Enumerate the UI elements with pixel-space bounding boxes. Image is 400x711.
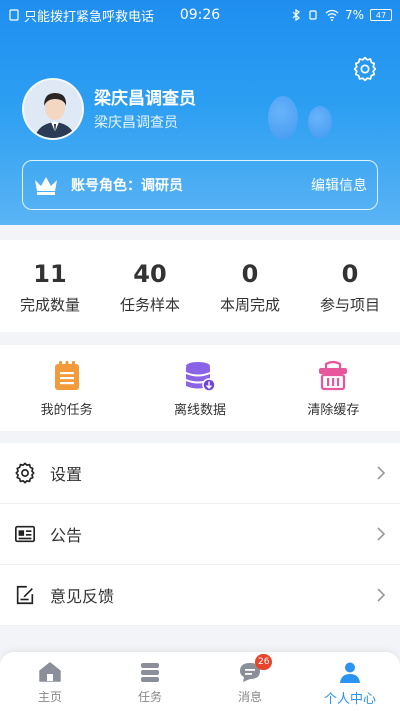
- stat-label: 任务样本: [119, 296, 180, 314]
- tool-label: 我的任务: [40, 403, 93, 418]
- home-icon: [39, 662, 61, 682]
- tab-home[interactable]: 主页: [0, 652, 100, 711]
- tab-tasks[interactable]: 任务: [100, 652, 200, 711]
- tab-label: 个人中心: [323, 692, 376, 707]
- stat-completed[interactable]: 11 完成数量: [0, 240, 100, 332]
- tab-bar: 主页 任务 26 消息 个人中心: [0, 652, 400, 711]
- menu-item-announcement[interactable]: 公告: [0, 504, 400, 565]
- gear-icon: [15, 462, 35, 484]
- role-value: 调研员: [141, 178, 183, 194]
- stat-value: 0: [341, 260, 359, 288]
- stat-label: 参与项目: [319, 296, 380, 314]
- tool-my-tasks[interactable]: 我的任务: [0, 345, 133, 431]
- role-label: 账号角色：: [71, 178, 141, 194]
- edit-info-button[interactable]: 编辑信息: [311, 175, 367, 195]
- chevron-right-icon: [377, 588, 386, 602]
- menu-list: 设置 公告 意见反馈: [0, 443, 400, 626]
- stat-label: 完成数量: [19, 296, 80, 314]
- tool-offline-data[interactable]: 离线数据: [133, 345, 266, 431]
- decor-bubble: [268, 96, 298, 140]
- tab-label: 主页: [37, 690, 62, 704]
- tab-messages[interactable]: 26 消息: [200, 652, 300, 711]
- role-bar: 账号角色： 调研员 编辑信息: [22, 160, 378, 210]
- tool-clear-cache[interactable]: 清除缓存: [267, 345, 400, 431]
- menu-item-settings[interactable]: 设置: [0, 443, 400, 504]
- chevron-right-icon: [377, 466, 386, 480]
- menu-label: 设置: [50, 465, 83, 484]
- stat-value: 11: [33, 260, 67, 288]
- user-subtitle: 梁庆昌调查员: [94, 115, 178, 131]
- newspaper-icon: [15, 525, 35, 543]
- stat-value: 0: [241, 260, 259, 288]
- basket-icon: [319, 360, 348, 391]
- avatar-person-icon: [24, 80, 82, 138]
- stat-projects[interactable]: 0 参与项目: [300, 240, 400, 332]
- tasks-icon: [141, 663, 159, 682]
- message-count-badge: 26: [255, 654, 273, 670]
- profile-header: 只能拨打紧急呼救电话 09:26 7% 47 梁庆昌调查员 梁庆昌调查员 账号角…: [0, 0, 400, 225]
- tab-label: 消息: [237, 690, 262, 704]
- person-icon: [340, 662, 360, 683]
- stat-week[interactable]: 0 本周完成: [200, 240, 300, 332]
- tab-label: 任务: [137, 690, 162, 704]
- avatar[interactable]: [22, 78, 84, 140]
- stat-value: 40: [133, 260, 167, 288]
- menu-label: 公告: [50, 526, 83, 545]
- chevron-right-icon: [377, 527, 386, 541]
- decor-bubble: [308, 106, 332, 138]
- tool-label: 清除缓存: [307, 403, 360, 418]
- task-list-icon: [54, 361, 79, 390]
- stats-panel: 11 完成数量 40 任务样本 0 本周完成 0 参与项目: [0, 240, 400, 332]
- database-icon: [185, 362, 216, 392]
- crown-icon: [35, 177, 57, 195]
- tool-label: 离线数据: [173, 403, 226, 418]
- user-name: 梁庆昌调查员: [94, 89, 196, 109]
- stat-label: 本周完成: [219, 296, 280, 314]
- settings-gear-icon[interactable]: [352, 56, 378, 82]
- stat-samples[interactable]: 40 任务样本: [100, 240, 200, 332]
- menu-label: 意见反馈: [50, 587, 115, 606]
- tab-profile[interactable]: 个人中心: [300, 652, 400, 711]
- menu-item-feedback[interactable]: 意见反馈: [0, 565, 400, 626]
- status-bar: 只能拨打紧急呼救电话 09:26 7% 47: [0, 0, 400, 30]
- feedback-icon: [16, 585, 34, 605]
- clock: 09:26: [179, 7, 221, 23]
- tools-panel: 我的任务 离线数据 清除缓存: [0, 345, 400, 431]
